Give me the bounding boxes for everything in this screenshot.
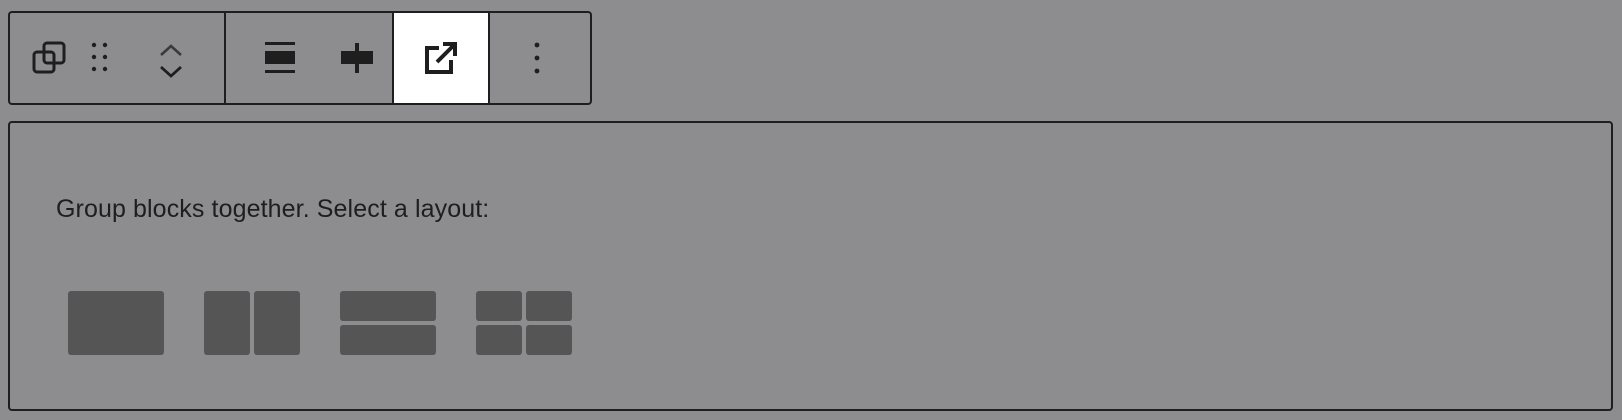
external-link-icon [425, 42, 457, 74]
align-wide-icon [265, 42, 295, 73]
mover-controls [126, 13, 224, 103]
toolbar-group-alignment [226, 13, 392, 103]
layout-row-option[interactable] [204, 291, 300, 355]
move-up-button[interactable] [151, 28, 191, 58]
toolbar-group-block-controls [10, 13, 224, 103]
layout-group-option[interactable] [68, 291, 164, 355]
layout-stack-option[interactable] [340, 291, 436, 355]
duplicate-icon [32, 41, 66, 74]
group-block-placeholder: Group blocks together. Select a layout: [8, 121, 1613, 411]
more-options-icon [534, 42, 540, 74]
drag-handle-icon [91, 42, 108, 72]
justify-center-icon [341, 43, 373, 73]
layout-grid-option[interactable] [476, 291, 572, 355]
more-options-button[interactable] [490, 13, 584, 103]
layout-instruction: Group blocks together. Select a layout: [56, 195, 490, 223]
move-down-button[interactable] [151, 58, 191, 88]
align-button[interactable] [226, 13, 322, 103]
layout-options [68, 291, 572, 355]
chevron-down-icon [160, 65, 182, 78]
external-link-button[interactable] [394, 13, 488, 103]
chevron-up-icon [160, 44, 182, 56]
block-toolbar [8, 11, 592, 105]
drag-handle-button[interactable] [74, 13, 126, 103]
group-block-button[interactable] [10, 13, 74, 103]
justify-button[interactable] [322, 13, 392, 103]
